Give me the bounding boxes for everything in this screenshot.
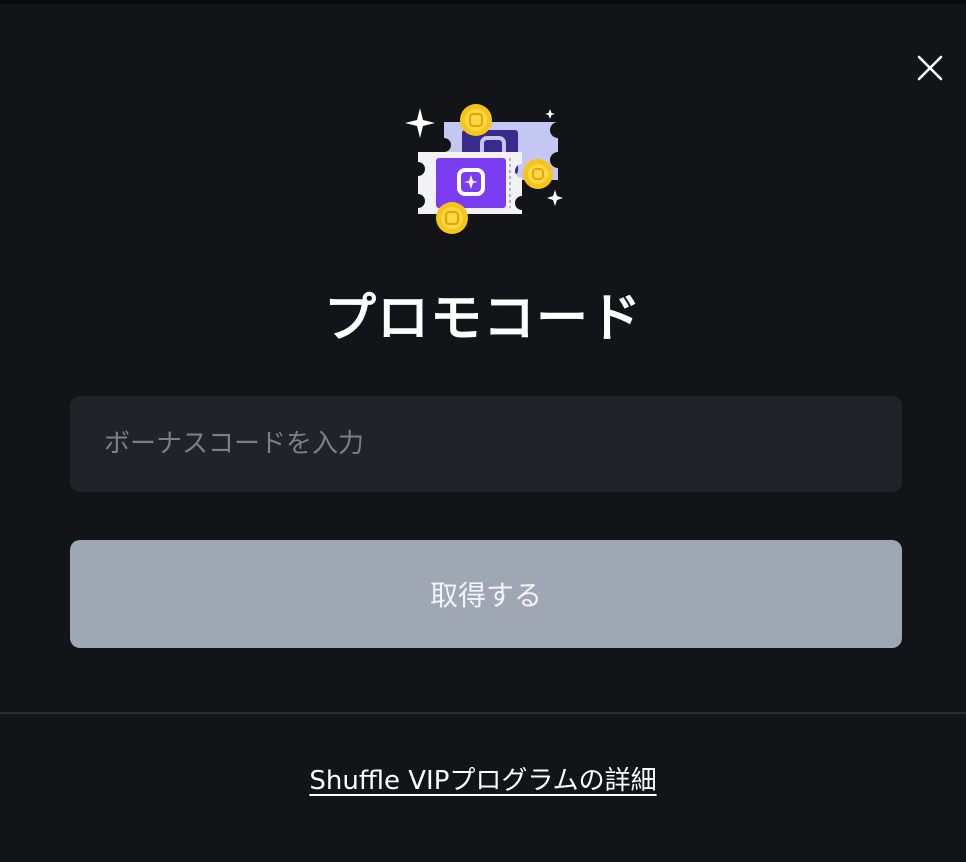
coin-icon [460, 104, 492, 136]
close-button[interactable] [912, 50, 948, 86]
page-title: プロモコード [323, 289, 642, 349]
claim-button[interactable]: 取得する [70, 540, 902, 648]
footer: Shuffle VIPプログラムの詳細 [0, 760, 966, 797]
front-ticket-icon [418, 152, 522, 214]
promo-code-input[interactable] [70, 396, 902, 492]
promo-code-modal: プロモコード 取得する Shuffle VIPプログラムの詳細 [0, 0, 966, 862]
coin-icon [523, 159, 553, 189]
vip-program-link[interactable]: Shuffle VIPプログラムの詳細 [309, 766, 656, 796]
sparkle-icon [547, 190, 563, 206]
close-icon [917, 55, 943, 81]
promo-code-field [70, 396, 902, 492]
divider [0, 712, 966, 714]
coin-icon [436, 202, 468, 234]
sparkle-icon [545, 109, 555, 119]
promo-tickets-illustration [400, 100, 570, 238]
sparkle-icon [405, 108, 435, 138]
